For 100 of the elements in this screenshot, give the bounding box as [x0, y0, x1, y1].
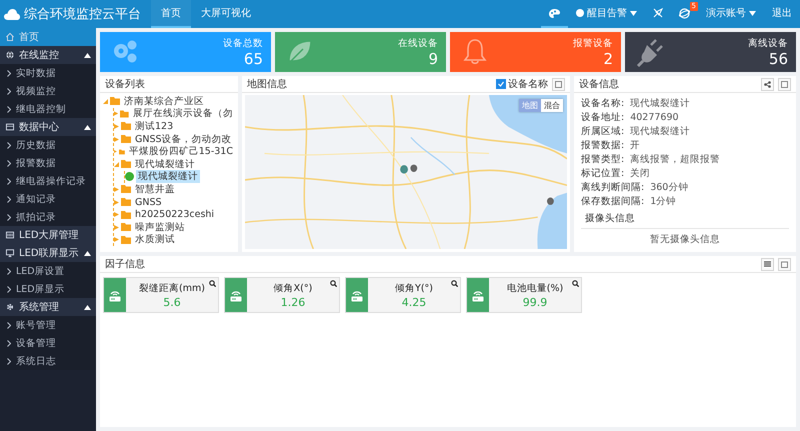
chevron-icon [7, 322, 11, 328]
panel-title: 设备列表 [105, 78, 145, 91]
field-label: 设备名称: [581, 96, 624, 110]
field-label: 标记位置: [581, 166, 624, 180]
field-value: 离线报警，超限报警 [630, 152, 720, 166]
palette-icon[interactable] [549, 8, 560, 18]
chevron-icon [7, 88, 11, 94]
device-name-checkbox[interactable]: 设备名称 [496, 77, 548, 91]
sidebar-item[interactable]: 系统管理 [0, 298, 96, 316]
search-icon[interactable] [330, 280, 337, 287]
gear-icon [5, 302, 15, 312]
field-label: 报警数据: [581, 138, 624, 152]
panel-title: 设备信息 [579, 78, 619, 91]
panel-title: 地图信息 [247, 78, 287, 91]
factor-name: 倾角X(°) [274, 282, 312, 294]
search-icon[interactable] [572, 280, 579, 287]
caret-icon [749, 10, 756, 16]
chevron-icon [7, 286, 11, 292]
sidebar-subitem[interactable]: 系统日志 [0, 352, 96, 370]
sidebar-subitem[interactable]: 通知记录 [0, 190, 96, 208]
chevron-icon [7, 214, 11, 220]
tree-item[interactable]: 现代城裂缝计 [133, 158, 197, 171]
tree-item[interactable]: 噪声监测站 [133, 220, 187, 234]
account-dropdown[interactable]: 演示账号 [698, 0, 764, 28]
nav-tab[interactable]: 大屏可视化 [191, 0, 261, 28]
chevron-icon [7, 358, 11, 364]
tree-item[interactable]: 现代城裂缝计 [136, 170, 200, 184]
alarm-mode-dropdown[interactable]: 醒目告警 [568, 0, 645, 28]
caret-icon [84, 250, 91, 256]
stat-label: 离线设备 [748, 36, 788, 50]
tree-item[interactable]: 水质测试 [133, 233, 177, 246]
sidebar-subitem[interactable]: 抓拍记录 [0, 208, 96, 226]
field-value: 360分钟 [650, 180, 688, 194]
caret-icon [84, 52, 91, 58]
sidebar-subitem[interactable]: 实时数据 [0, 64, 96, 82]
map-type-toggle[interactable]: 混合 [541, 99, 563, 112]
square-icon [555, 80, 562, 88]
panel-title: 因子信息 [105, 258, 145, 271]
sidebar-item[interactable]: 在线监控 [0, 46, 96, 64]
search-icon[interactable] [451, 280, 458, 287]
calendar-button[interactable] [778, 258, 791, 270]
tree-item[interactable]: 智慧井盖 [133, 182, 177, 196]
caret-icon [630, 10, 637, 16]
chevron-icon [7, 196, 11, 202]
chevron-icon [7, 160, 11, 166]
tree-item[interactable]: GNSS [133, 196, 164, 208]
sidebar-subitem[interactable]: 继电器操作记录 [0, 172, 96, 190]
chevron-icon [7, 340, 11, 346]
factor-name: 电池电量(%) [506, 282, 564, 294]
nav-tab[interactable]: 首页 [151, 0, 191, 28]
tree-item[interactable]: 展厅在线演示设备（勿 [131, 107, 235, 120]
sidebar-item[interactable]: LED大屏管理 [0, 226, 96, 244]
field-label: 保存数据间隔: [581, 194, 644, 208]
stat-label: 在线设备 [398, 36, 438, 50]
field-value: 1分钟 [650, 194, 676, 208]
factor-name: 倾角Y(°) [395, 282, 433, 294]
factor-value: 5.6 [163, 296, 181, 308]
stat-value: 9 [428, 50, 438, 68]
home-icon [5, 32, 15, 42]
fullscreen-button[interactable] [552, 78, 565, 90]
sidebar-item[interactable]: LED联屏显示 [0, 244, 96, 262]
sidebar-subitem[interactable]: LED屏显示 [0, 280, 96, 298]
chevron-icon [7, 106, 11, 112]
sidebar-subitem[interactable]: 报警数据 [0, 154, 96, 172]
tree-item[interactable]: 测试123 [133, 120, 176, 133]
tree-item[interactable]: 平煤股份四矿己15-31C [126, 145, 235, 158]
monitor-icon [5, 248, 15, 258]
cloud-icon [4, 8, 20, 20]
tree-item[interactable]: 济南某综合产业区 [122, 94, 206, 108]
bell-icon [464, 39, 486, 64]
chevron-icon [7, 142, 11, 148]
field-label: 所属区域: [581, 124, 624, 138]
search-icon[interactable] [209, 280, 216, 287]
sidebar-subitem[interactable]: 视频监控 [0, 82, 96, 100]
field-label: 报警类型: [581, 152, 624, 166]
share-button[interactable] [761, 78, 774, 90]
stat-value: 2 [603, 50, 613, 68]
tree-item[interactable]: h20250223ceshi [133, 209, 216, 220]
sidebar-subitem[interactable]: 账号管理 [0, 316, 96, 334]
field-value: 40277690 [630, 112, 679, 122]
factor-name: 裂缝距离(mm) [139, 282, 205, 294]
sidebar-subitem[interactable]: 历史数据 [0, 136, 96, 154]
list-view-button[interactable] [761, 258, 774, 270]
share-icon [764, 80, 771, 88]
check-icon [498, 81, 504, 87]
app-title: 综合环境监控云平台 [24, 6, 141, 23]
tree-item[interactable]: GNSS设备，勿动勿改 [133, 132, 234, 146]
stat-label: 报警设备 [573, 36, 613, 50]
chart-icon [5, 230, 15, 240]
sidebar-subitem[interactable]: 继电器控制 [0, 100, 96, 118]
fullscreen-button[interactable] [778, 78, 791, 90]
factor-value: 4.25 [402, 296, 426, 308]
stat-value: 56 [768, 50, 788, 68]
leaf-icon [288, 40, 312, 62]
field-value: 现代城裂缝计 [630, 96, 690, 110]
sidebar-subitem[interactable]: 设备管理 [0, 334, 96, 352]
empty-message: 暂无摄像头信息 [649, 233, 721, 246]
sidebar-item[interactable]: 数据中心 [0, 118, 96, 136]
logout-link[interactable]: 退出 [764, 0, 800, 28]
sidebar-subitem[interactable]: LED屏设置 [0, 262, 96, 280]
